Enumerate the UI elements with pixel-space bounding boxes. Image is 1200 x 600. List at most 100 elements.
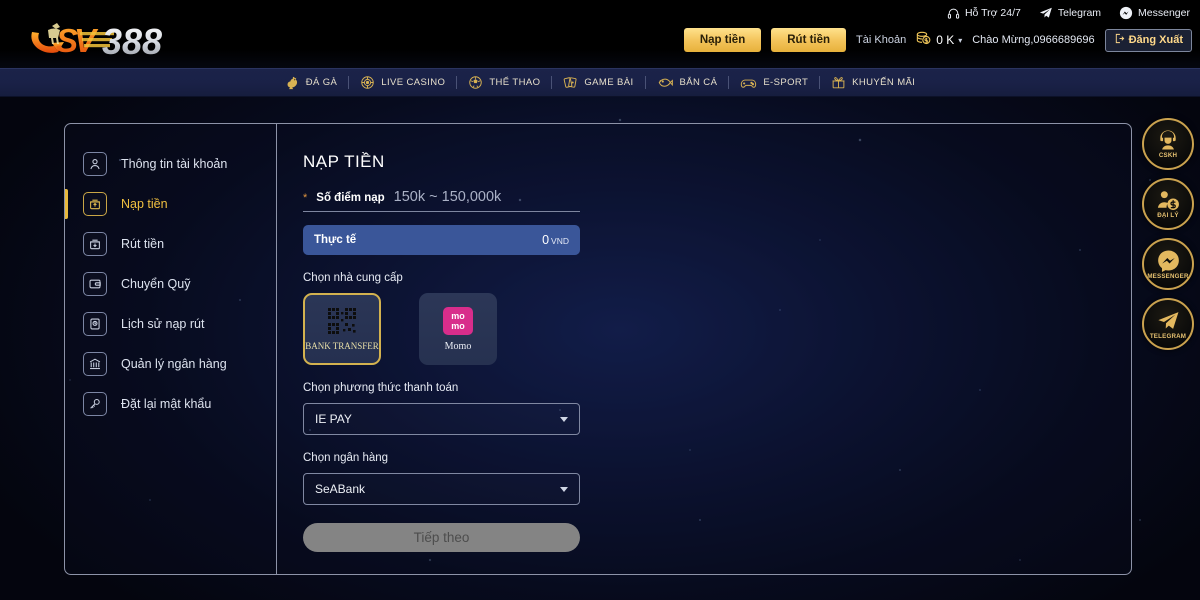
logout-button[interactable]: Đăng Xuất [1104,28,1192,52]
payment-method-value: IE PAY [315,412,352,426]
telegram-link-label: Telegram [1057,7,1102,19]
withdraw-button[interactable]: Rút tiền [771,28,847,52]
telegram-link[interactable]: Telegram [1039,6,1101,20]
dock-button-label: ĐẠI LÝ [1157,212,1179,219]
chevron-down-icon [560,416,568,422]
nav-item-game-bai[interactable]: GAME BÀI [552,75,644,90]
support-link[interactable]: Hỗ Trợ 24/7 [947,7,1021,20]
user-icon [83,152,107,176]
sidebar-item-label: Lịch sử nạp rút [121,317,205,331]
sidebar-item-lich-su-nap-rut[interactable]: Lịch sử nạp rút [65,304,276,344]
sidebar-item-thong-tin-tai-khoan[interactable]: Thông tin tài khoản [65,144,276,184]
bank-select-value: SeABank [315,482,366,496]
chevron-down-icon: ▾ [958,35,963,45]
actual-label: Thực tế [314,234,357,246]
provider-options: BANK TRANSFER mo mo Momo [303,293,1131,365]
nav-label: LIVE CASINO [381,77,446,88]
sidebar-item-rut-tien[interactable]: Rút tiền [65,224,276,264]
actual-amount-bar: Thực tế 0 VND [303,225,580,255]
cards-icon [563,75,578,90]
next-button[interactable]: Tiếp theo [303,523,580,552]
provider-momo-label: Momo [444,340,472,352]
sidebar-item-label: Quản lý ngân hàng [121,357,227,371]
nav-label: ĐÁ GÀ [305,77,338,88]
dock-button-label: CSKH [1158,152,1178,159]
nav-item-khuyen-mai[interactable]: KHUYẾN MÃI [820,75,926,90]
football-icon [468,75,483,90]
coins-icon [916,31,932,50]
messenger-link-label: Messenger [1138,7,1190,19]
actual-value: 0 [542,233,550,247]
site-logo[interactable]: S V 388 [18,12,208,60]
sidebar-item-label: Chuyển Quỹ [121,277,191,291]
logout-icon [1114,33,1125,47]
qr-code-icon [327,307,357,335]
key-icon [83,392,107,416]
sidebar-item-label: Nạp tiền [121,197,168,211]
page-root: S V 388 Hỗ Trợ 24/7 Telegram Messenger N… [0,0,1200,600]
deposit-icon [83,192,107,216]
nav-label: KHUYẾN MÃI [852,77,916,88]
nav-label: THỂ THAO [489,77,541,88]
main-navigation: ĐÁ GÀ LIVE CASINO THỂ THAO GAME BÀI BẮN … [0,68,1200,97]
sidebar-item-label: Rút tiền [121,237,165,251]
nav-item-e-sport[interactable]: E-SPORT [729,76,819,90]
fish-icon [657,75,674,90]
chevron-down-icon [560,486,568,492]
sidebar-item-quan-ly-ngan-hang[interactable]: Quản lý ngân hàng [65,344,276,384]
telegram-icon [1157,309,1180,332]
bank-icon [83,352,107,376]
nav-label: BẮN CÁ [679,77,718,88]
rooster-icon [285,75,300,90]
dock-button-label: TELEGRAM [1149,332,1187,340]
amount-field-row: * Số điểm nạp [303,189,580,212]
dock-button-dai-ly[interactable]: ĐẠI LÝ [1142,178,1194,230]
dock-button-messenger[interactable]: MESSENGER [1142,238,1194,290]
agent-money-icon [1156,189,1180,211]
provider-bank-transfer[interactable]: BANK TRANSFER [303,293,381,365]
dock-button-label: MESSENGER [1147,272,1189,280]
provider-section-label: Chọn nhà cung cấp [303,272,403,284]
history-icon [83,312,107,336]
provider-momo[interactable]: mo mo Momo [419,293,497,365]
logout-button-label: Đăng Xuất [1128,34,1183,46]
dock-button-telegram[interactable]: TELEGRAM [1142,298,1194,350]
sidebar-item-label: Thông tin tài khoản [121,157,228,171]
payment-method-select[interactable]: IE PAY [303,403,580,435]
balance-value: 0 K [936,33,955,47]
floating-contact-dock: CSKH ĐẠI LÝ MESSENGER TELEGRAM [1142,118,1198,350]
provider-bank-transfer-label: BANK TRANSFER [305,340,379,351]
bank-select[interactable]: SeABank [303,473,580,505]
welcome-text: Chào Mừng,0966689696 [972,34,1095,46]
top-header-bar: S V 388 Hỗ Trợ 24/7 Telegram Messenger N… [0,0,1200,68]
headset-icon [947,7,960,20]
nav-item-ban-ca[interactable]: BẮN CÁ [646,75,729,90]
account-sidebar: Thông tin tài khoản Nạp tiền Rút tiền Ch… [65,124,277,574]
messenger-link[interactable]: Messenger [1119,6,1190,20]
gamepad-icon [740,76,757,90]
svg-text:388: 388 [102,21,162,60]
momo-logo-icon: mo mo [443,306,473,335]
amount-input[interactable] [393,189,580,205]
wallet-icon [83,272,107,296]
account-label: Tài Khoản [856,34,907,46]
nav-item-live-casino[interactable]: LIVE CASINO [349,75,456,90]
messenger-icon [1119,6,1133,20]
account-panel: Thông tin tài khoản Nạp tiền Rút tiền Ch… [64,123,1132,575]
sidebar-item-nap-tien[interactable]: Nạp tiền [65,184,276,224]
header-utility-links: Hỗ Trợ 24/7 Telegram Messenger [947,3,1190,23]
actual-value-group: 0 VND [542,233,569,247]
dock-button-cskh[interactable]: CSKH [1142,118,1194,170]
chip-icon [360,75,375,90]
balance-display[interactable]: 0 K ▾ [916,31,962,50]
bank-select-label: Chọn ngân hàng [303,452,389,464]
nav-item-the-thao[interactable]: THỂ THAO [457,75,551,90]
telegram-icon [1039,6,1053,20]
sidebar-item-chuyen-quy[interactable]: Chuyển Quỹ [65,264,276,304]
required-asterisk: * [303,192,308,204]
deposit-button[interactable]: Nạp tiền [683,28,762,52]
page-title: NẠP TIỀN [303,152,385,171]
nav-item-da-ga[interactable]: ĐÁ GÀ [274,75,349,90]
sidebar-item-dat-lai-mat-khau[interactable]: Đặt lại mật khẩu [65,384,276,424]
deposit-form: NẠP TIỀN * Số điểm nạp Thực tế 0VND Chọn… [277,124,1131,574]
